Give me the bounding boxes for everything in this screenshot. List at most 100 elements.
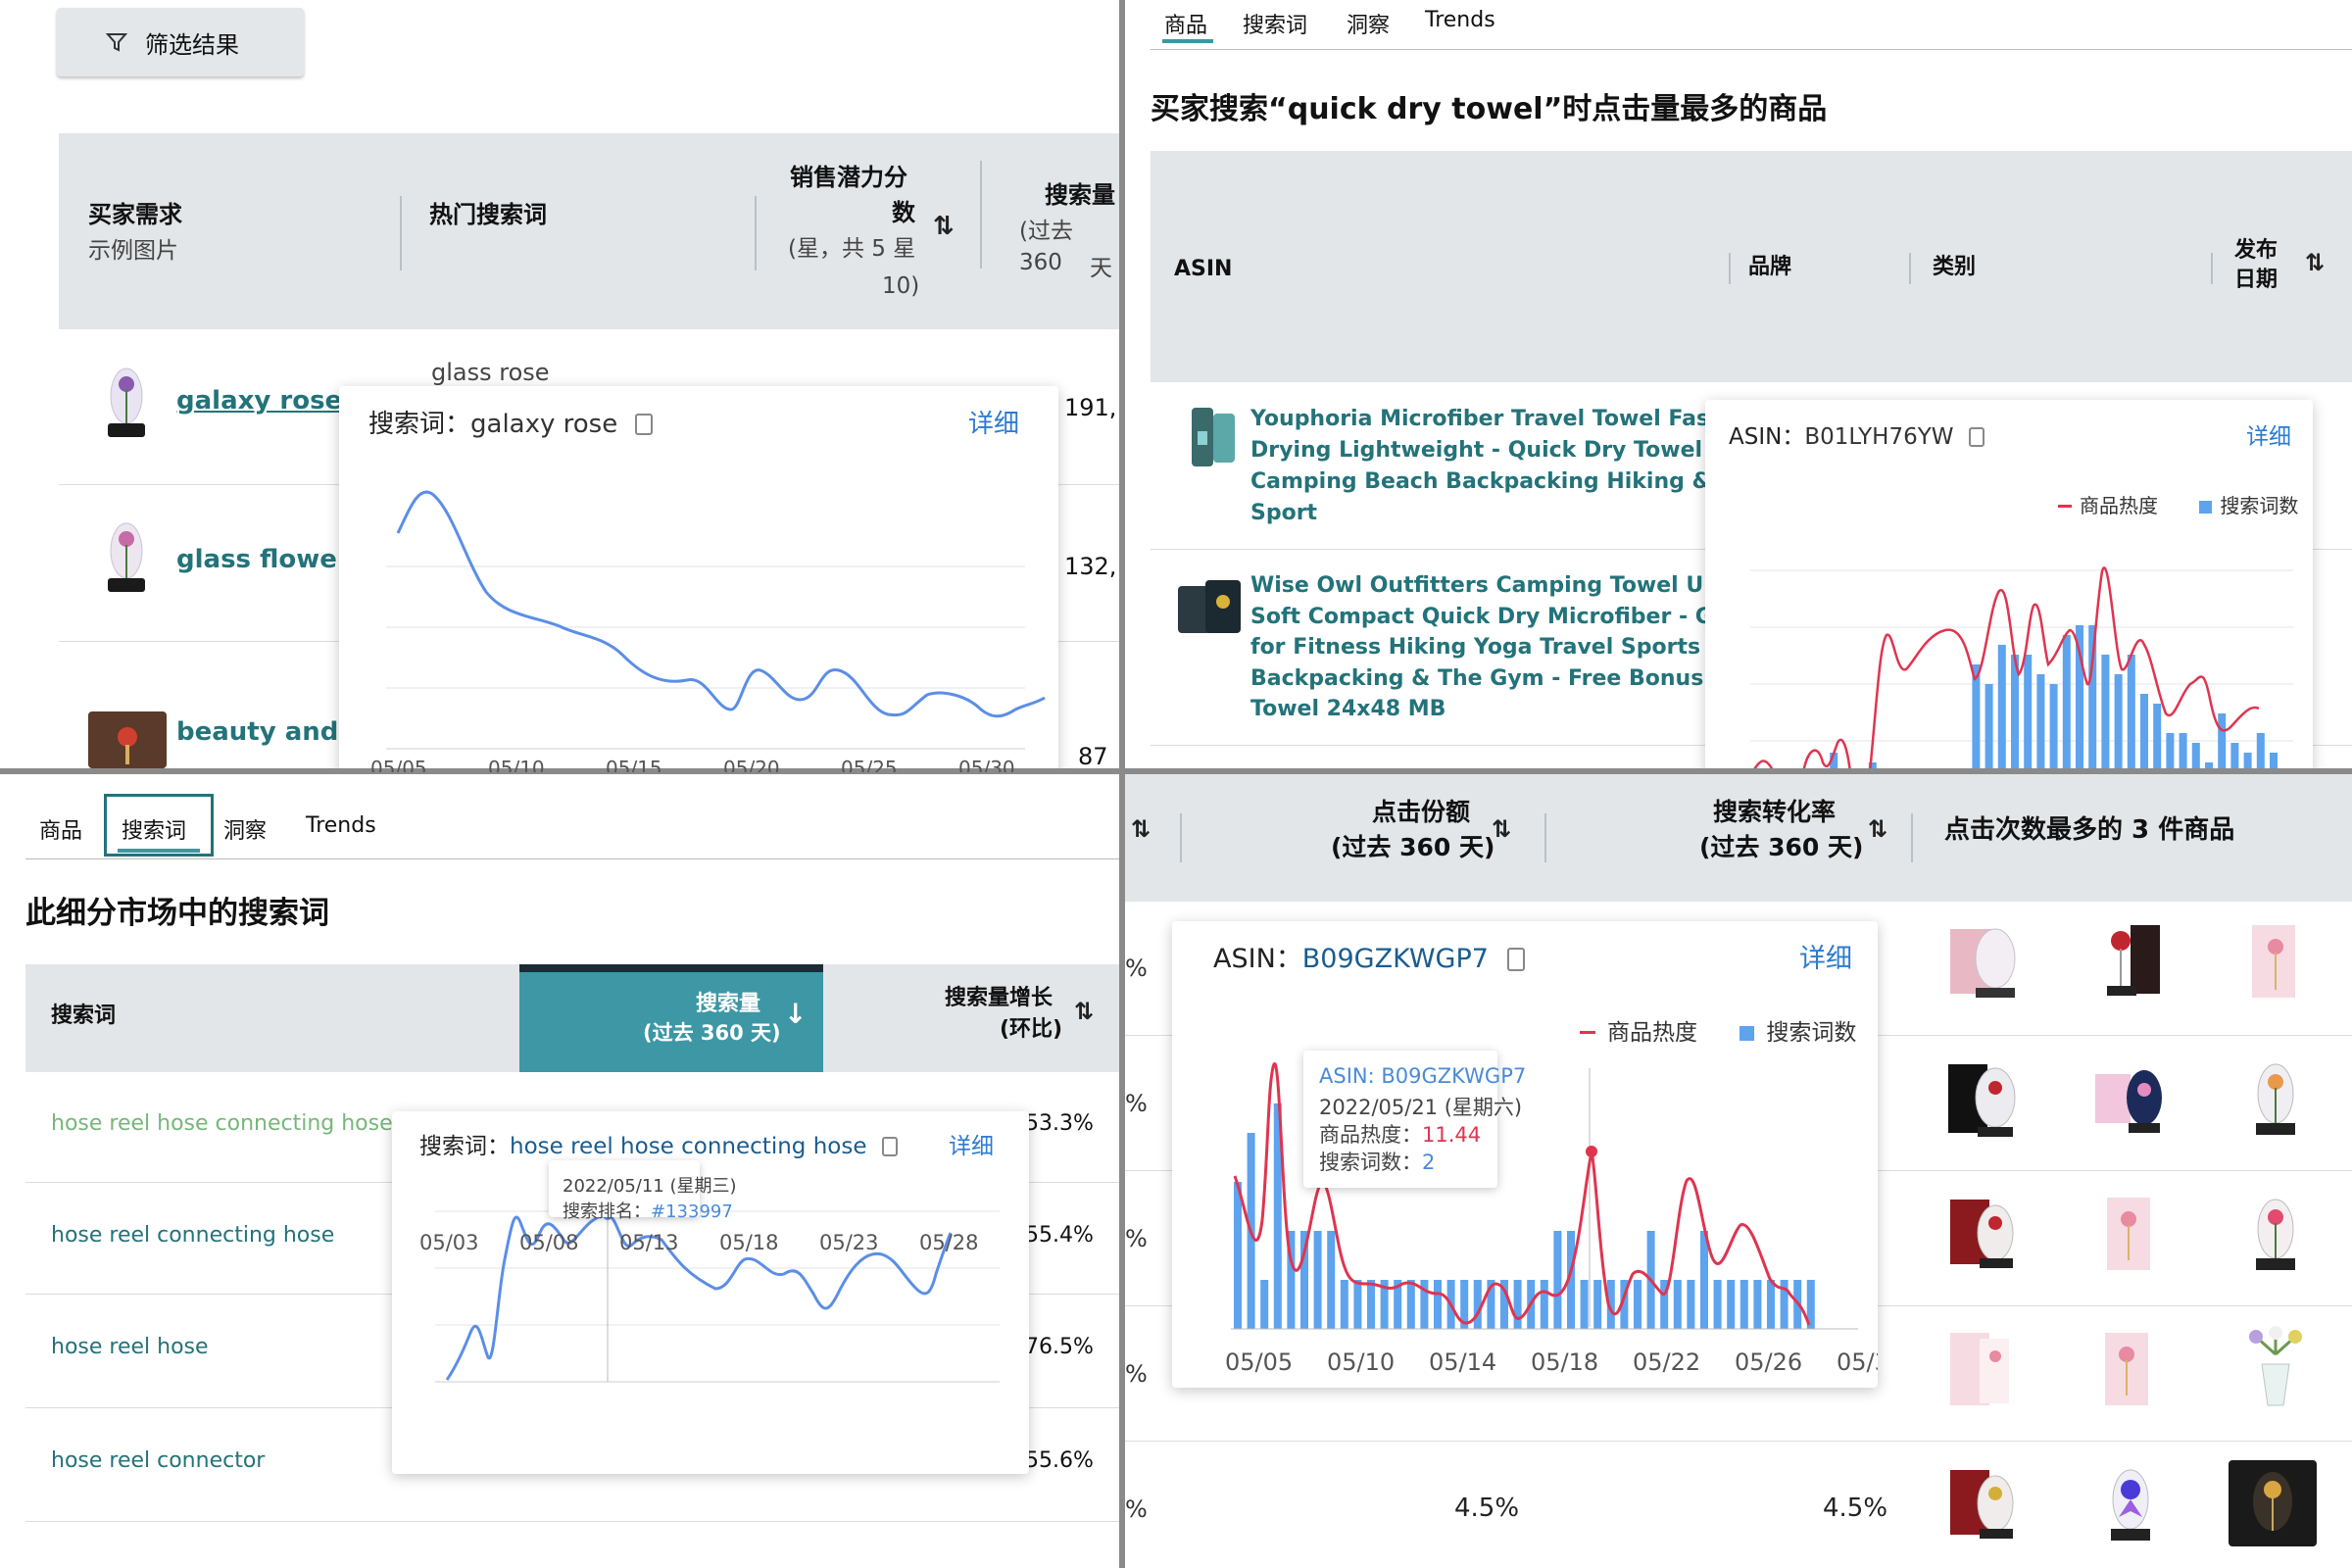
row-link-glass-flowers[interactable]: glass flowers xyxy=(176,545,365,574)
copy-icon[interactable] xyxy=(881,1137,898,1156)
tab-insights[interactable]: 洞察 xyxy=(223,813,267,845)
col-top3-products: 点击次数最多的 3 件商品 xyxy=(1944,815,2235,845)
x-tick-label: 05/13 xyxy=(619,1231,679,1254)
product-thumbnail[interactable] xyxy=(2091,1190,2170,1276)
sort-icon[interactable]: ⇅ xyxy=(1074,998,1094,1025)
chart-bar xyxy=(2140,694,2148,768)
x-tick-label: 05/08 xyxy=(519,1231,579,1254)
col-sample-image: 示例图片 xyxy=(88,238,178,264)
table-row[interactable]: hose reel hose xyxy=(51,1335,209,1359)
top-clicked-products-panel: 商品 搜索词 洞察 Trends 买家搜索“quick dry towel”时点… xyxy=(1125,0,2352,768)
chart-bar xyxy=(2153,704,2162,768)
table-row[interactable]: hose reel hose connecting hose xyxy=(51,1111,393,1136)
detail-link[interactable]: 详细 xyxy=(1799,937,1852,975)
chart-bar xyxy=(2205,762,2213,768)
col-search-volume-active[interactable]: 搜索量 (过去 360 天) ↓ xyxy=(519,964,823,1072)
filter-results-button[interactable]: 筛选结果 xyxy=(57,8,304,76)
search-term-rank-popup: 搜索词：hose reel hose connecting hose 详细 20… xyxy=(392,1111,1029,1474)
product-thumbnail[interactable] xyxy=(1944,1460,2023,1546)
tab-products[interactable]: 商品 xyxy=(39,813,82,845)
copy-icon[interactable] xyxy=(1506,948,1525,971)
chart-bar xyxy=(2049,684,2058,768)
tab-search-terms[interactable]: 搜索词 xyxy=(1243,8,1307,39)
asin-trend-popup: ASIN：B01LYH76YW 详细 商品热度 搜索词数 xyxy=(1705,400,2313,768)
legend-bar-marker xyxy=(2199,501,2213,514)
x-tick-label: 05/30 xyxy=(958,757,1015,772)
sort-icon[interactable]: ⇅ xyxy=(2305,249,2325,276)
row-link-galaxy-rose[interactable]: galaxy rose xyxy=(176,386,342,416)
chart-bar xyxy=(1513,1280,1522,1329)
product-thumbnail[interactable] xyxy=(2093,919,2168,1002)
product-thumbnail[interactable] xyxy=(2091,1325,2170,1411)
table-row[interactable]: hose reel connector xyxy=(51,1448,265,1473)
tab-trends[interactable]: Trends xyxy=(1425,8,1495,32)
x-tick-label: 05/26 xyxy=(1735,1348,1802,1376)
chart-bar xyxy=(1234,1182,1242,1329)
detail-link[interactable]: 详细 xyxy=(968,404,1019,440)
x-tick-label: 05/20 xyxy=(723,757,780,772)
tab-insights[interactable]: 洞察 xyxy=(1347,8,1390,39)
x-tick-label: 05/10 xyxy=(1327,1348,1395,1376)
chart-tooltip: ASIN: B09GZKWGP7 2022/05/21 (星期六) 商品热度：1… xyxy=(1303,1051,1526,1188)
product-thumbnail[interactable] xyxy=(2091,1460,2170,1546)
chart-bar xyxy=(2024,655,2033,768)
product-thumbnail[interactable] xyxy=(2236,1190,2315,1276)
hover-point xyxy=(1586,1146,1597,1157)
x-tick-label: 05/30 xyxy=(1837,1348,1878,1376)
detail-link[interactable]: 详细 xyxy=(2246,417,2291,451)
search-terms-panel: 商品 搜索词 洞察 Trends 此细分市场中的搜索词 搜索词 搜索量 (过去 … xyxy=(0,774,1119,1568)
chart-bar xyxy=(1260,1280,1269,1329)
product-thumbnail[interactable] xyxy=(1944,1190,2023,1276)
chart-bar xyxy=(1313,1231,1322,1329)
sort-icon[interactable]: ⇅ xyxy=(1868,815,1887,843)
chart-bar xyxy=(1700,1231,1708,1329)
copy-icon[interactable] xyxy=(1968,427,1984,447)
filter-icon xyxy=(105,31,128,53)
x-tick-label: 05/23 xyxy=(819,1231,879,1254)
chart-bar xyxy=(1353,1280,1362,1329)
legend-line-marker xyxy=(2058,505,2072,508)
chart-bar xyxy=(2179,733,2187,768)
product-thumbnail xyxy=(102,365,151,443)
col-top-search-term: 热门搜索词 xyxy=(429,201,547,228)
buyer-needs-panel: 筛选结果 买家需求 示例图片 热门搜索词 销售潜力分 数 (星，共 5 星 10… xyxy=(0,0,1119,768)
asin-heat-popup: ASIN：B09GZKWGP7 详细 商品热度 搜索词数 05/05 05/10 0… xyxy=(1172,921,1878,1388)
product-thumbnail[interactable] xyxy=(2236,1054,2315,1141)
product-thumbnail[interactable] xyxy=(1946,919,2021,1002)
chart-bar xyxy=(2230,743,2239,768)
chart-bar xyxy=(1434,1280,1442,1329)
legend-line-marker xyxy=(1580,1031,1595,1034)
product-thumbnail[interactable] xyxy=(1944,1054,2023,1141)
col-brand: 品牌 xyxy=(1748,255,1792,279)
product-thumbnail[interactable] xyxy=(2238,919,2313,1002)
legend-bar-marker xyxy=(1740,1026,1755,1041)
copy-icon[interactable] xyxy=(635,414,654,435)
click-share-panel: ⇅ 点击份额 (过去 360 天) ⇅ 搜索转化率 (过去 360 天) ⇅ 点… xyxy=(1125,774,2352,1568)
sort-icon[interactable]: ⇅ xyxy=(1131,815,1151,843)
table-row[interactable]: hose reel connecting hose xyxy=(51,1223,334,1248)
product-thumbnail[interactable] xyxy=(1944,1325,2023,1411)
detail-link[interactable]: 详细 xyxy=(949,1127,994,1160)
sort-icon[interactable]: ⇅ xyxy=(933,212,955,241)
sort-desc-icon[interactable]: ↓ xyxy=(784,998,807,1030)
x-tick-label: 05/05 xyxy=(1225,1348,1293,1376)
chart-bar xyxy=(1753,1280,1762,1329)
x-axis-ticks: 05/05 05/10 05/15 05/20 05/25 05/30 xyxy=(339,753,1058,772)
tab-products[interactable]: 商品 xyxy=(1164,8,1207,39)
tab-trends[interactable]: Trends xyxy=(306,813,376,838)
x-tick-label: 05/18 xyxy=(1531,1348,1598,1376)
chart-bar xyxy=(1972,664,1981,768)
x-axis-ticks: 05/05 05/10 05/14 05/18 05/22 05/26 05/30 xyxy=(1225,1348,1878,1376)
chart-bar xyxy=(1713,1280,1722,1329)
product-thumbnail[interactable] xyxy=(2091,1054,2170,1141)
product-title-link[interactable]: Wise Owl Outfitters Camping Towel Ultra … xyxy=(1250,570,1775,725)
col-asin: ASIN xyxy=(1174,257,1233,281)
chart-legend: 商品热度 搜索词数 xyxy=(1580,1013,1856,1047)
product-thumbnail[interactable] xyxy=(2229,1460,2317,1546)
tab-search-terms[interactable]: 搜索词 xyxy=(122,813,186,845)
product-title-link[interactable]: Youphoria Microfiber Travel Towel Fast D… xyxy=(1250,404,1744,529)
product-thumbnail[interactable] xyxy=(2236,1325,2315,1411)
chart-tooltip: 2022/05/11 (星期三) 搜索排名：#133997 xyxy=(549,1160,737,1222)
search-trend-chart xyxy=(386,490,1046,750)
sort-icon[interactable]: ⇅ xyxy=(1492,815,1511,843)
